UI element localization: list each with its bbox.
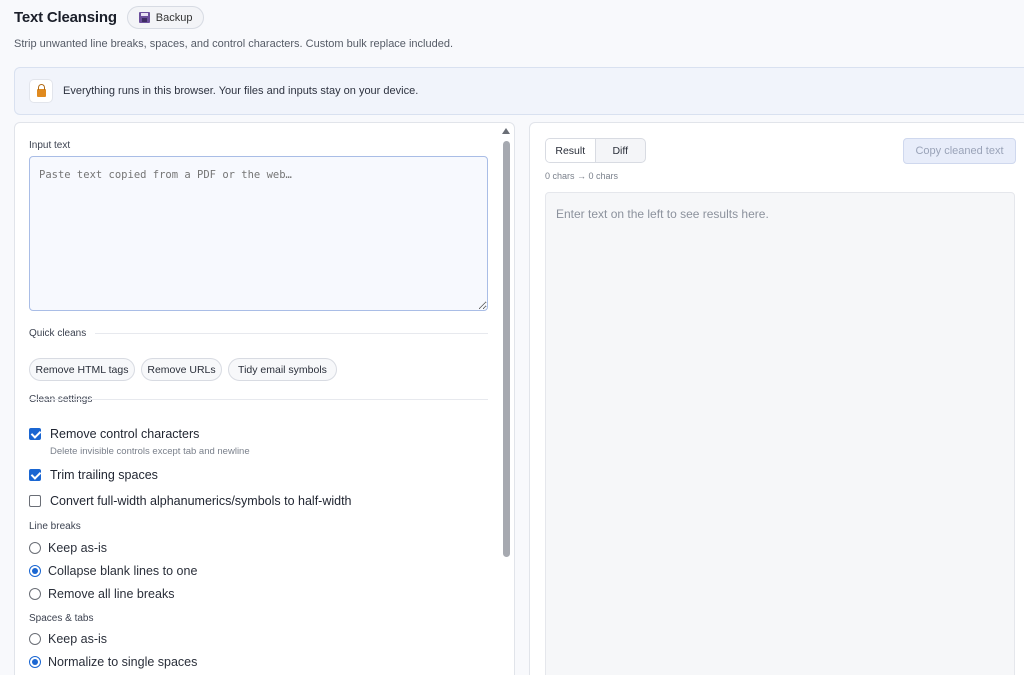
backup-button-label: Backup bbox=[155, 11, 193, 24]
quick-cleans-heading: Quick cleans bbox=[29, 328, 87, 339]
clean-settings-divider bbox=[29, 399, 488, 400]
remove-control-characters-option[interactable]: Remove control characters bbox=[29, 427, 199, 441]
line-breaks-remove-radio[interactable] bbox=[29, 588, 41, 600]
result-panel: Result Diff Copy cleaned text 0 chars → … bbox=[529, 122, 1024, 675]
lock-icon-container bbox=[29, 79, 53, 103]
header: Text Cleansing Backup bbox=[14, 6, 205, 29]
scroll-up-arrow-icon[interactable] bbox=[502, 128, 510, 134]
trim-trailing-spaces-checkbox[interactable] bbox=[29, 469, 41, 481]
privacy-notice-text: Everything runs in this browser. Your fi… bbox=[63, 85, 419, 97]
tab-result[interactable]: Result bbox=[546, 139, 596, 162]
spaces-normalize-label: Normalize to single spaces bbox=[48, 655, 198, 669]
remove-control-characters-checkbox[interactable] bbox=[29, 428, 41, 440]
spaces-normalize-option[interactable]: Normalize to single spaces bbox=[29, 655, 197, 669]
convert-full-width-checkbox[interactable] bbox=[29, 495, 41, 507]
page-title: Text Cleansing bbox=[14, 9, 117, 26]
trim-trailing-spaces-option[interactable]: Trim trailing spaces bbox=[29, 468, 158, 482]
backup-button[interactable]: Backup bbox=[126, 6, 205, 29]
tab-diff[interactable]: Diff bbox=[596, 139, 646, 162]
scrollbar-thumb[interactable] bbox=[503, 141, 510, 557]
line-breaks-remove-option[interactable]: Remove all line breaks bbox=[29, 587, 174, 601]
remove-control-characters-hint: Delete invisible controls except tab and… bbox=[50, 446, 250, 457]
settings-panel-scrollbar[interactable] bbox=[500, 125, 512, 675]
result-output-area[interactable]: Enter text on the left to see results he… bbox=[545, 192, 1015, 675]
quick-cleans-divider bbox=[95, 333, 488, 334]
line-breaks-collapse-label: Collapse blank lines to one bbox=[48, 564, 198, 578]
output-view-tabs: Result Diff bbox=[545, 138, 646, 163]
remove-urls-button[interactable]: Remove URLs bbox=[141, 358, 222, 381]
spaces-keep-radio[interactable] bbox=[29, 633, 41, 645]
line-breaks-collapse-radio[interactable] bbox=[29, 565, 41, 577]
spaces-normalize-radio[interactable] bbox=[29, 656, 41, 668]
result-empty-message: Enter text on the left to see results he… bbox=[556, 207, 769, 221]
line-breaks-remove-label: Remove all line breaks bbox=[48, 587, 175, 601]
spaces-keep-label: Keep as-is bbox=[48, 632, 108, 646]
char-count: 0 chars → 0 chars bbox=[545, 171, 619, 181]
floppy-disk-icon bbox=[138, 12, 150, 23]
page-subtitle: Strip unwanted line breaks, spaces, and … bbox=[14, 38, 454, 50]
trim-trailing-spaces-label: Trim trailing spaces bbox=[50, 468, 158, 482]
convert-full-width-option[interactable]: Convert full-width alphanumerics/symbols… bbox=[29, 494, 352, 508]
spaces-keep-option[interactable]: Keep as-is bbox=[29, 632, 107, 646]
remove-html-tags-button[interactable]: Remove HTML tags bbox=[29, 358, 135, 381]
line-breaks-collapse-option[interactable]: Collapse blank lines to one bbox=[29, 564, 197, 578]
line-breaks-heading: Line breaks bbox=[29, 521, 81, 532]
line-breaks-keep-radio[interactable] bbox=[29, 542, 41, 554]
line-breaks-keep-label: Keep as-is bbox=[48, 541, 108, 555]
input-text-area[interactable] bbox=[29, 156, 488, 311]
copy-cleaned-text-button[interactable]: Copy cleaned text bbox=[903, 138, 1016, 164]
tidy-email-symbols-button[interactable]: Tidy email symbols bbox=[228, 358, 337, 381]
convert-full-width-label: Convert full-width alphanumerics/symbols… bbox=[50, 494, 352, 508]
line-breaks-keep-option[interactable]: Keep as-is bbox=[29, 541, 107, 555]
settings-panel: Input text Quick cleans Remove HTML tags… bbox=[14, 122, 515, 675]
input-text-label: Input text bbox=[29, 140, 71, 151]
remove-control-characters-label: Remove control characters bbox=[50, 427, 200, 441]
lock-icon bbox=[36, 84, 46, 97]
spaces-tabs-heading: Spaces & tabs bbox=[29, 613, 94, 624]
privacy-notice: Everything runs in this browser. Your fi… bbox=[14, 67, 1024, 115]
